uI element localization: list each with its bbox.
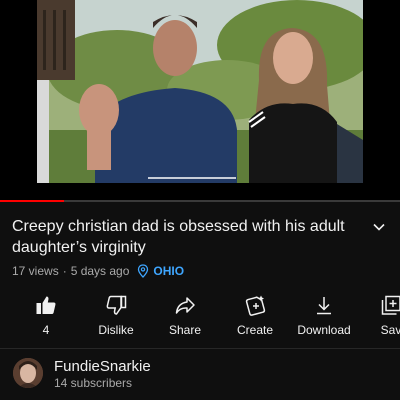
subscriber-count: 14 subscribers <box>54 376 133 390</box>
like-button[interactable]: 4 <box>11 294 81 337</box>
create-button[interactable]: Create <box>220 294 290 337</box>
download-icon <box>317 297 331 315</box>
channel-name[interactable]: FundieSnarkie <box>54 358 151 375</box>
action-bar: 4 Dislike Share Create Download Sav <box>0 294 400 342</box>
download-label: Download <box>297 323 351 337</box>
chevron-down-icon[interactable] <box>372 220 386 234</box>
dislike-button[interactable]: Dislike <box>81 294 151 337</box>
video-thumbnail-image <box>37 0 363 183</box>
save-label: Sav <box>380 323 400 337</box>
section-divider <box>0 348 400 349</box>
thumbs-up-icon <box>36 296 56 314</box>
seek-preview-bar <box>148 177 236 179</box>
video-player[interactable] <box>0 0 400 202</box>
dislike-label: Dislike <box>98 323 134 337</box>
create-icon <box>245 295 266 316</box>
video-title[interactable]: Creepy christian dad is obsessed with hi… <box>12 216 362 258</box>
channel-row[interactable]: FundieSnarkie 14 subscribers <box>0 352 400 400</box>
upload-age: 5 days ago <box>70 264 130 278</box>
video-frame[interactable] <box>37 0 363 183</box>
view-count: 17 views <box>12 264 59 278</box>
create-label: Create <box>236 323 274 337</box>
location-pin-icon <box>137 264 149 278</box>
share-icon <box>175 297 195 314</box>
download-button[interactable]: Download <box>289 294 359 337</box>
avatar[interactable] <box>13 358 43 388</box>
save-to-playlist-icon <box>381 295 400 315</box>
share-label: Share <box>168 323 202 337</box>
save-button[interactable]: Sav <box>356 294 400 337</box>
location-link[interactable]: OHIO <box>153 264 184 278</box>
channel-avatar-image <box>13 358 43 388</box>
video-metadata[interactable]: 17 views · 5 days ago OHIO <box>12 264 184 278</box>
youtube-watch-page: Creepy christian dad is obsessed with hi… <box>0 0 400 400</box>
progress-bar[interactable] <box>0 200 400 202</box>
thumbs-down-icon <box>106 295 127 315</box>
progress-bar-fill <box>0 200 64 202</box>
like-count: 4 <box>42 323 50 337</box>
meta-separator: · <box>62 264 67 278</box>
share-button[interactable]: Share <box>150 294 220 337</box>
